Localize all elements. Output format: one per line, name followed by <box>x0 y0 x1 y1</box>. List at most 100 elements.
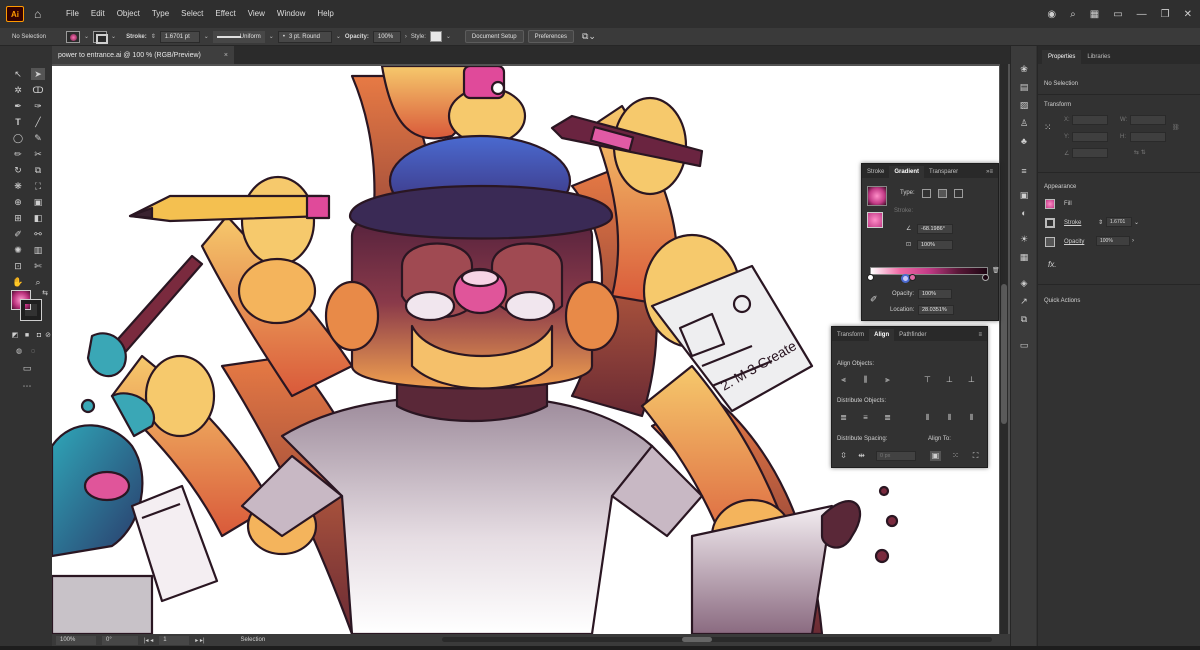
shape-builder-icon[interactable]: ⊕ <box>11 196 25 208</box>
tab-transform[interactable]: Transform <box>832 329 869 341</box>
libraries-icon[interactable]: ❀ <box>1018 64 1030 75</box>
chevron-down-icon[interactable]: ⌄ <box>204 33 209 40</box>
arrange-documents-icon[interactable]: ⧉⌄ <box>582 31 596 42</box>
brush-select[interactable]: • 3 pt. Round <box>277 30 332 43</box>
h-field[interactable] <box>1130 132 1166 142</box>
home-icon[interactable]: ⌂ <box>34 7 48 21</box>
type-tool-icon[interactable]: T <box>11 116 25 128</box>
w-field[interactable] <box>1130 115 1166 125</box>
align-bottom-icon[interactable]: ⊥ <box>966 375 977 385</box>
lasso-icon[interactable]: ↀ <box>31 84 45 96</box>
workspace-icon[interactable]: ▦ <box>1090 9 1099 20</box>
rotate-icon[interactable]: ↻ <box>11 164 25 176</box>
stroke-weight-field[interactable]: 1.6701 <box>1106 217 1132 227</box>
distribute-left-icon[interactable]: ⦀ <box>922 413 933 423</box>
opacity-label[interactable]: Opacity <box>1064 239 1084 245</box>
document-info-icon[interactable]: ▤ <box>1018 82 1030 93</box>
graphic-styles-icon[interactable]: ▦ <box>1018 252 1030 263</box>
align-to-artboard-icon[interactable]: ⛶ <box>970 451 981 461</box>
curvature-icon[interactable]: ✑ <box>31 100 45 112</box>
arrange-icon[interactable]: ▭ <box>1113 9 1122 20</box>
stroke-swatch[interactable] <box>1045 218 1055 228</box>
search-icon[interactable]: ⌕ <box>1070 9 1076 20</box>
constrain-icon[interactable]: ⛓ <box>1172 124 1180 131</box>
align-to-key-object-icon[interactable]: ▣ <box>930 451 941 461</box>
pen-tool-icon[interactable]: ✒ <box>11 100 25 112</box>
opacity-field[interactable]: 100% <box>372 30 401 43</box>
gradient-stop-pink[interactable] <box>909 274 916 281</box>
gradient-preview[interactable] <box>867 186 887 206</box>
freeform-gradient-icon[interactable] <box>954 189 963 198</box>
document-tab[interactable]: power to entrance.ai @ 100 % (RGB/Previe… <box>52 46 234 64</box>
more-tools-icon[interactable]: ⋯ <box>20 380 34 392</box>
artboard-nav-next-icon[interactable]: ▸ ▸| <box>195 637 204 644</box>
linear-gradient-icon[interactable] <box>922 189 931 198</box>
symbols-icon[interactable]: ♣ <box>1018 136 1030 147</box>
panel-menu-icon[interactable]: »≡ <box>981 166 998 178</box>
spacing-vertical-icon[interactable]: ⇳ <box>838 451 849 461</box>
menu-select[interactable]: Select <box>175 0 209 28</box>
radial-gradient-icon[interactable] <box>938 189 947 198</box>
chevron-down-icon[interactable]: ⌄ <box>111 33 116 40</box>
opacity-field[interactable]: 100% <box>1096 236 1130 246</box>
chevron-down-icon[interactable]: ⌄ <box>84 33 89 40</box>
stroke-weight-field[interactable]: 1.6701 pt <box>159 30 200 43</box>
vertical-scrollbar[interactable] <box>1000 64 1008 634</box>
distribute-vcenter-icon[interactable]: ≡ <box>860 413 871 423</box>
style-swatch[interactable] <box>429 31 442 42</box>
selection-tool-icon[interactable]: ➤ <box>31 68 45 80</box>
gradient-tool-icon[interactable]: ▣ <box>31 196 45 208</box>
line-tool-icon[interactable]: ╱ <box>31 116 45 128</box>
maximize-icon[interactable]: ❐ <box>1161 9 1170 20</box>
spacing-horizontal-icon[interactable]: ⇹ <box>856 451 867 461</box>
menu-type[interactable]: Type <box>146 0 175 28</box>
zoom-tool-icon[interactable]: ⌕ <box>31 276 45 288</box>
menu-help[interactable]: Help <box>311 0 339 28</box>
transparency-icon[interactable]: ◐ <box>1018 208 1030 219</box>
preferences-button[interactable]: Preferences <box>527 30 574 43</box>
draw-behind-icon[interactable]: ◌ <box>26 346 40 358</box>
scissors-icon[interactable]: ✂ <box>31 148 45 160</box>
artboard-nav-prev-icon[interactable]: |◂ ◂ <box>144 637 153 644</box>
draw-mode-icon[interactable]: ◍ <box>12 346 26 358</box>
stroke-swatch[interactable] <box>93 30 109 44</box>
fill-swatch[interactable] <box>1045 199 1055 209</box>
tab-libraries[interactable]: Libraries <box>1081 50 1116 64</box>
chevron-right-icon[interactable]: › <box>405 34 407 40</box>
align-right-icon[interactable]: ⫸ <box>882 375 893 385</box>
eyedropper-icon[interactable]: ✐ <box>11 228 25 240</box>
distribute-top-icon[interactable]: ≣ <box>838 413 849 423</box>
warp-icon[interactable]: ❋ <box>11 180 25 192</box>
location-field[interactable]: 28.0351% <box>918 305 954 315</box>
spacing-field[interactable]: 0 px <box>876 451 916 461</box>
menu-file[interactable]: File <box>60 0 85 28</box>
x-field[interactable] <box>1072 115 1108 125</box>
artboards-icon[interactable]: ⧉ <box>1018 314 1030 325</box>
flip-icons[interactable]: ⇆ ⇅ <box>1134 149 1146 156</box>
menu-object[interactable]: Object <box>111 0 146 28</box>
menu-window[interactable]: Window <box>271 0 311 28</box>
direct-selection-icon[interactable]: ↖ <box>11 68 25 80</box>
stroke-label[interactable]: Stroke <box>1064 220 1081 226</box>
eyedropper-icon[interactable]: ✐ <box>870 294 878 305</box>
ellipse-tool-icon[interactable]: ◯ <box>11 132 25 144</box>
tab-transparency[interactable]: Transparer <box>924 166 963 178</box>
align-to-selection-icon[interactable]: ⁙ <box>950 451 961 461</box>
delete-stop-icon[interactable]: 🗑 <box>992 267 1000 274</box>
none-mode-icon[interactable]: ⊘ <box>44 330 52 342</box>
minimize-icon[interactable]: — <box>1137 9 1147 20</box>
export-icon[interactable]: ↗ <box>1018 296 1030 307</box>
menu-effect[interactable]: Effect <box>209 0 241 28</box>
tab-pathfinder[interactable]: Pathfinder <box>894 329 931 341</box>
stop-opacity-field[interactable]: 100% <box>918 289 952 299</box>
image-trace-icon[interactable]: ▨ <box>1018 100 1030 111</box>
layers-icon[interactable]: ◈ <box>1018 278 1030 289</box>
rotation-field[interactable]: 0° <box>102 635 138 645</box>
angle-field[interactable]: -68.1986° <box>917 224 953 234</box>
fill-stroke-swatches[interactable] <box>867 212 883 228</box>
symbol-sprayer-icon[interactable]: ✺ <box>11 244 25 256</box>
tab-gradient[interactable]: Gradient <box>889 166 925 178</box>
aspect-ratio-field[interactable]: 100% <box>917 240 953 250</box>
align-vcenter-icon[interactable]: ⊥ <box>944 375 955 385</box>
stroke-profile-select[interactable]: Uniform <box>212 30 265 43</box>
